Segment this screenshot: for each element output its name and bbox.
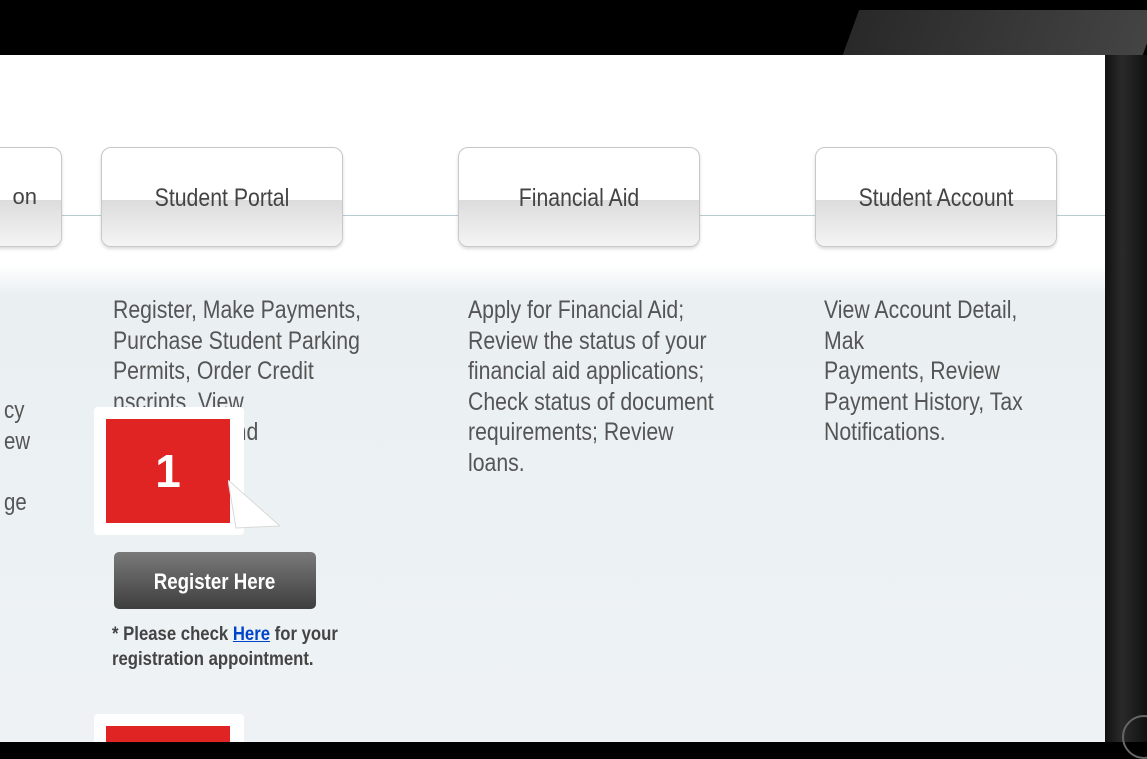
description-student-account: View Account Detail, Mak Payments, Revie…: [824, 296, 1023, 446]
web-page: on Student Portal Financial Aid Student …: [0, 55, 1105, 742]
tab-student-account[interactable]: Student Account: [815, 147, 1057, 247]
registration-appointment-link[interactable]: Here: [233, 624, 270, 645]
step-number-badge: [106, 726, 230, 742]
registration-note: * Please check Here for your registratio…: [112, 624, 338, 670]
description-financial-aid: Apply for Financial Aid; Review the stat…: [468, 296, 714, 477]
tablet-bezel-shine: [840, 10, 1147, 60]
tab-financial-aid[interactable]: Financial Aid: [458, 147, 700, 247]
tab-label: Student Account: [858, 184, 1014, 212]
step-number-badge: 1: [106, 419, 230, 523]
tab-partial-left[interactable]: on: [0, 147, 62, 247]
tablet-bezel: [1105, 55, 1147, 742]
tab-student-portal[interactable]: Student Portal: [101, 147, 343, 247]
tab-label: Financial Aid: [518, 184, 640, 212]
tab-label: Student Portal: [154, 184, 290, 212]
tab-label: on: [12, 184, 37, 209]
register-here-button[interactable]: Register Here: [114, 552, 316, 609]
description-partial-left: cy ew ge: [4, 397, 31, 516]
callout-pointer-icon: [228, 480, 280, 529]
step-callout-2: [94, 714, 244, 742]
step-callout-1: 1: [94, 407, 244, 535]
